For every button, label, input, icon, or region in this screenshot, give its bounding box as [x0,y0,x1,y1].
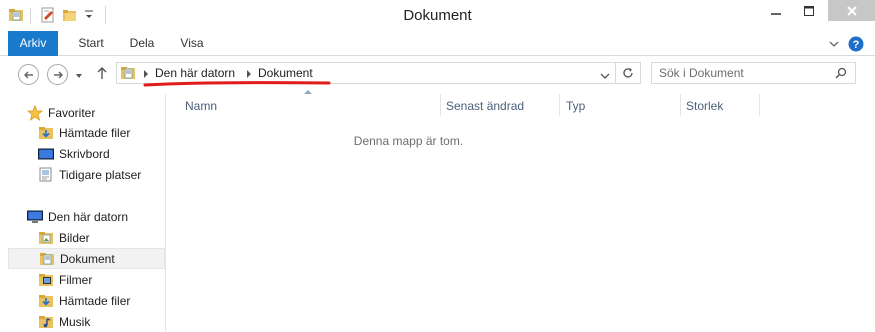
column-divider[interactable] [759,94,760,116]
nav-den-har-datorn[interactable]: Den här datorn [8,206,165,227]
nav-item-label: Bilder [59,230,90,245]
nav-item-label: Dokument [60,251,115,266]
nav-item-label: Hämtade filer [59,125,131,140]
tab-arkiv[interactable]: Arkiv [8,31,58,56]
nav-item-hamtade-filer[interactable]: Hämtade filer [8,122,165,143]
breadcrumb-den-har-datorn[interactable]: Den här datorn [155,66,235,80]
nav-item-label: Musik [59,314,91,329]
downloads-folder-icon [38,125,54,141]
nav-item-label: Filmer [59,272,93,287]
minimize-button[interactable] [762,0,790,22]
address-dropdown-icon[interactable] [600,69,610,83]
column-header-storlek[interactable]: Storlek [686,96,723,116]
title-bar: Dokument [0,0,875,31]
nav-item-label: Tidigare platser [59,167,142,182]
tab-dela[interactable]: Dela [122,31,162,56]
nav-item-label: Hämtade filer [59,293,131,308]
tab-visa[interactable]: Visa [172,31,212,56]
column-header-typ[interactable]: Typ [566,96,585,116]
breadcrumb-chevron-icon[interactable] [247,70,251,78]
nav-item-musik[interactable]: Musik [8,311,165,332]
star-icon [26,104,44,121]
ribbon-tabs: Arkiv Start Dela Visa ? [0,31,875,56]
nav-item-label: Skrivbord [59,146,110,161]
window-title: Dokument [403,7,472,24]
recent-locations-icon[interactable] [75,69,83,83]
up-arrow-icon[interactable] [96,66,108,83]
column-divider[interactable] [680,94,681,116]
nav-item-hamtade-filer[interactable]: Hämtade filer [8,290,165,311]
sort-ascending-icon [304,90,312,94]
nav-favorites-label: Favoriter [48,105,96,120]
pictures-folder-icon [38,230,54,246]
refresh-button[interactable] [615,62,641,84]
nav-item-bilder[interactable]: Bilder [8,227,165,248]
nav-item-filmer[interactable]: Filmer [8,269,165,290]
nav-computer-label: Den här datorn [48,209,129,224]
breadcrumb-chevron-icon[interactable] [144,70,148,78]
tab-start[interactable]: Start [70,31,112,56]
close-button[interactable] [828,0,875,21]
column-header-senast-andrad[interactable]: Senast ändrad [446,96,524,116]
annotation-underline [143,81,331,87]
downloads-folder-icon [38,293,54,309]
search-input[interactable] [652,63,827,83]
search-box[interactable] [651,62,856,84]
recent-places-icon [38,167,54,183]
maximize-button[interactable] [795,0,823,22]
column-divider[interactable] [440,94,441,116]
desktop-icon [38,146,54,162]
forward-button[interactable] [47,64,68,85]
navigation-pane: Favoriter Hämtade filer Skrivbord Tidiga… [0,94,166,332]
help-icon[interactable]: ? [848,35,864,52]
file-list: Namn Senast ändrad Typ Storlek Denna map… [167,90,875,332]
empty-folder-message: Denna mapp är tom. [353,134,464,148]
search-icon[interactable] [835,67,847,82]
videos-folder-icon [38,272,54,288]
breadcrumb-dokument[interactable]: Dokument [258,66,313,80]
address-row: Den här datorn Dokument [0,56,875,94]
back-button[interactable] [18,64,39,85]
documents-folder-icon [39,251,55,267]
music-folder-icon [38,314,54,330]
svg-text:?: ? [853,39,860,51]
nav-item-skrivbord[interactable]: Skrivbord [8,143,165,164]
computer-icon [27,209,43,225]
nav-item-tidigare-platser[interactable]: Tidigare platser [8,164,165,185]
documents-folder-icon [120,65,136,84]
column-header-namn[interactable]: Namn [185,96,217,116]
expand-ribbon-icon[interactable] [828,35,840,52]
nav-item-dokument[interactable]: Dokument [8,248,165,269]
nav-favorites[interactable]: Favoriter [8,102,165,123]
column-divider[interactable] [559,94,560,116]
